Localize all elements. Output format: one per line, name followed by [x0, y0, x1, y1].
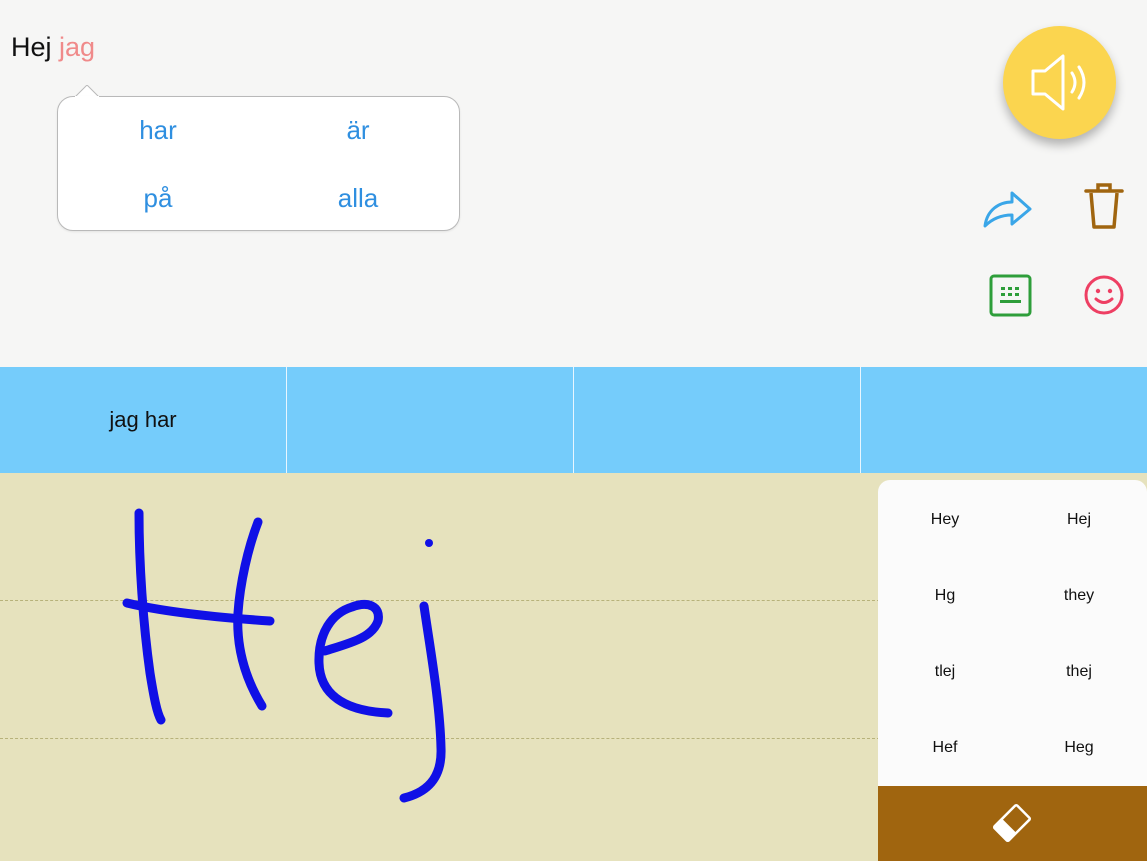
word-suggestion-popover: har är på alla [57, 96, 460, 231]
composed-sentence[interactable]: Hej jag [11, 32, 95, 63]
candidate-word[interactable]: Hg [878, 587, 1012, 605]
candidate-word[interactable]: Hej [1012, 511, 1146, 529]
share-arrow-icon [983, 191, 1032, 228]
share-button[interactable] [979, 180, 1035, 236]
popover-arrow-joint [75, 96, 99, 98]
keyboard-button[interactable] [983, 268, 1039, 324]
candidate-word[interactable]: thej [1012, 663, 1146, 681]
suggestion-word[interactable]: är [258, 115, 458, 146]
keyboard-icon [989, 274, 1032, 317]
candidate-word[interactable]: Heg [1012, 739, 1146, 757]
pending-word[interactable]: jag [59, 32, 95, 62]
candidate-word[interactable]: Hey [878, 511, 1012, 529]
speaker-icon [1031, 54, 1086, 111]
suggestion-word[interactable]: alla [258, 183, 458, 214]
emoji-button[interactable] [1076, 268, 1132, 324]
smiley-icon [1084, 275, 1124, 315]
composer-area: Hej jag har är på alla [0, 0, 1147, 367]
eraser-icon [992, 803, 1032, 843]
eraser-button[interactable] [878, 786, 1147, 861]
phrase-cell[interactable] [287, 367, 574, 473]
candidate-word[interactable]: they [1012, 587, 1146, 605]
candidate-word[interactable]: Hef [878, 739, 1012, 757]
confirmed-text: Hej [11, 32, 52, 62]
handwriting-candidates-panel: Hey Hej Hg they tlej thej Hef Heg [878, 480, 1147, 861]
candidate-word[interactable]: tlej [878, 663, 1012, 681]
trash-icon [1084, 183, 1124, 229]
phrase-bar: jag har [0, 367, 1147, 473]
phrase-cell[interactable] [861, 367, 1147, 473]
speak-button[interactable] [1003, 26, 1116, 139]
delete-button[interactable] [1076, 178, 1132, 234]
phrase-cell[interactable]: jag har [0, 367, 287, 473]
handwriting-ink [122, 508, 446, 803]
suggestion-word[interactable]: har [58, 115, 258, 146]
phrase-cell[interactable] [574, 367, 861, 473]
suggestion-word[interactable]: på [58, 183, 258, 214]
